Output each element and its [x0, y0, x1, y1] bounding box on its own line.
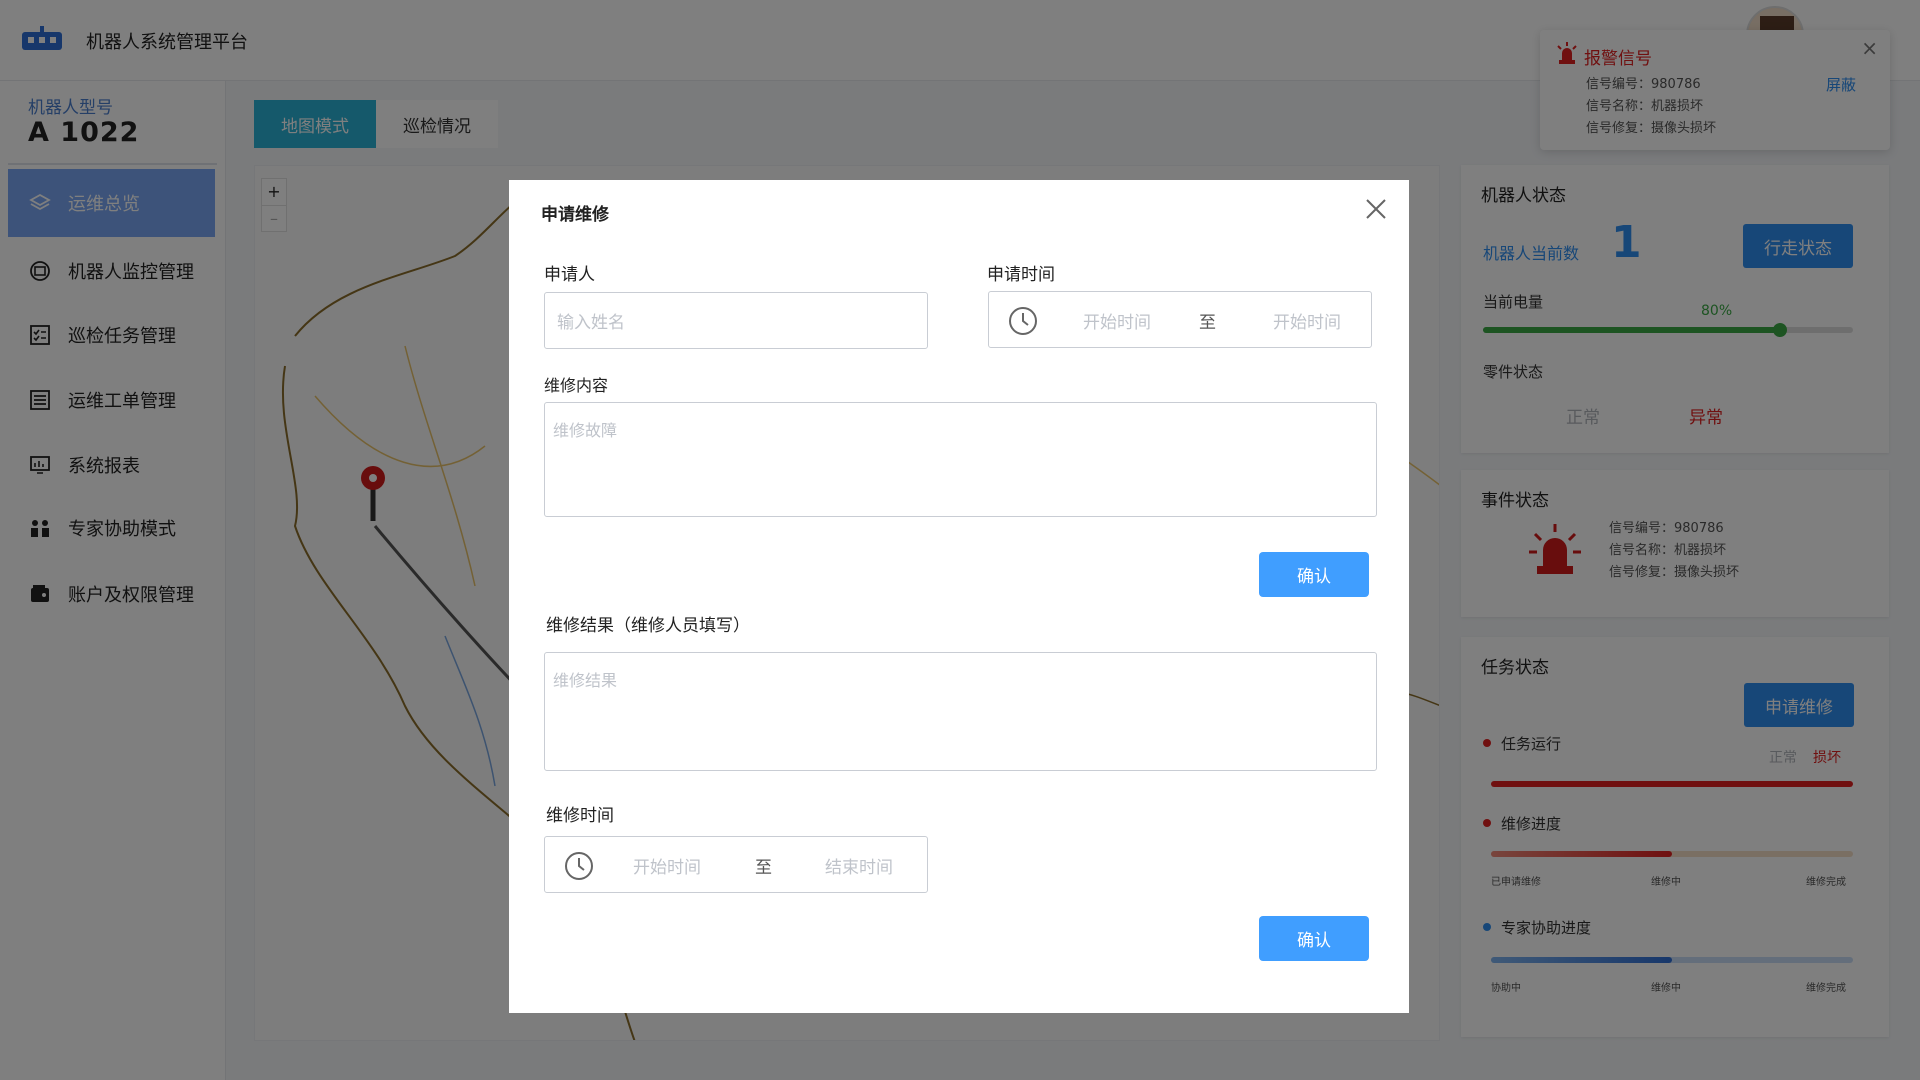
repair-time-label: 维修时间 — [546, 806, 614, 826]
dialog-title: 申请维修 — [541, 205, 609, 225]
repair-result-textarea[interactable]: 维修结果 — [544, 652, 1377, 771]
clock-icon — [565, 852, 593, 880]
repair-time-end[interactable]: 结束时间 — [825, 853, 893, 878]
apply-time-range-picker[interactable]: 开始时间 至 开始时间 — [988, 291, 1372, 348]
repair-time-range-picker[interactable]: 开始时间 至 结束时间 — [544, 836, 928, 893]
repair-time-separator: 至 — [755, 858, 772, 878]
apply-time-start[interactable]: 开始时间 — [1083, 308, 1151, 333]
confirm-result-button[interactable]: 确认 — [1259, 916, 1369, 961]
repair-content-textarea[interactable]: 维修故障 — [544, 402, 1377, 517]
apply-time-separator: 至 — [1199, 313, 1216, 333]
confirm-content-button[interactable]: 确认 — [1259, 552, 1369, 597]
apply-time-end[interactable]: 开始时间 — [1273, 308, 1341, 333]
applicant-label: 申请人 — [544, 265, 595, 285]
clock-icon — [1009, 307, 1037, 335]
repair-result-label: 维修结果（维修人员填写） — [546, 616, 750, 636]
repair-time-start[interactable]: 开始时间 — [633, 853, 701, 878]
applicant-name-input[interactable]: 输入姓名 — [544, 292, 928, 349]
apply-time-label: 申请时间 — [987, 265, 1055, 285]
repair-content-label: 维修内容 — [544, 376, 609, 395]
repair-application-dialog: 申请维修 申请人 输入姓名 申请时间 开始时间 至 开始时间 维修内容 维修故障… — [509, 180, 1409, 1013]
close-icon[interactable] — [1363, 196, 1389, 222]
